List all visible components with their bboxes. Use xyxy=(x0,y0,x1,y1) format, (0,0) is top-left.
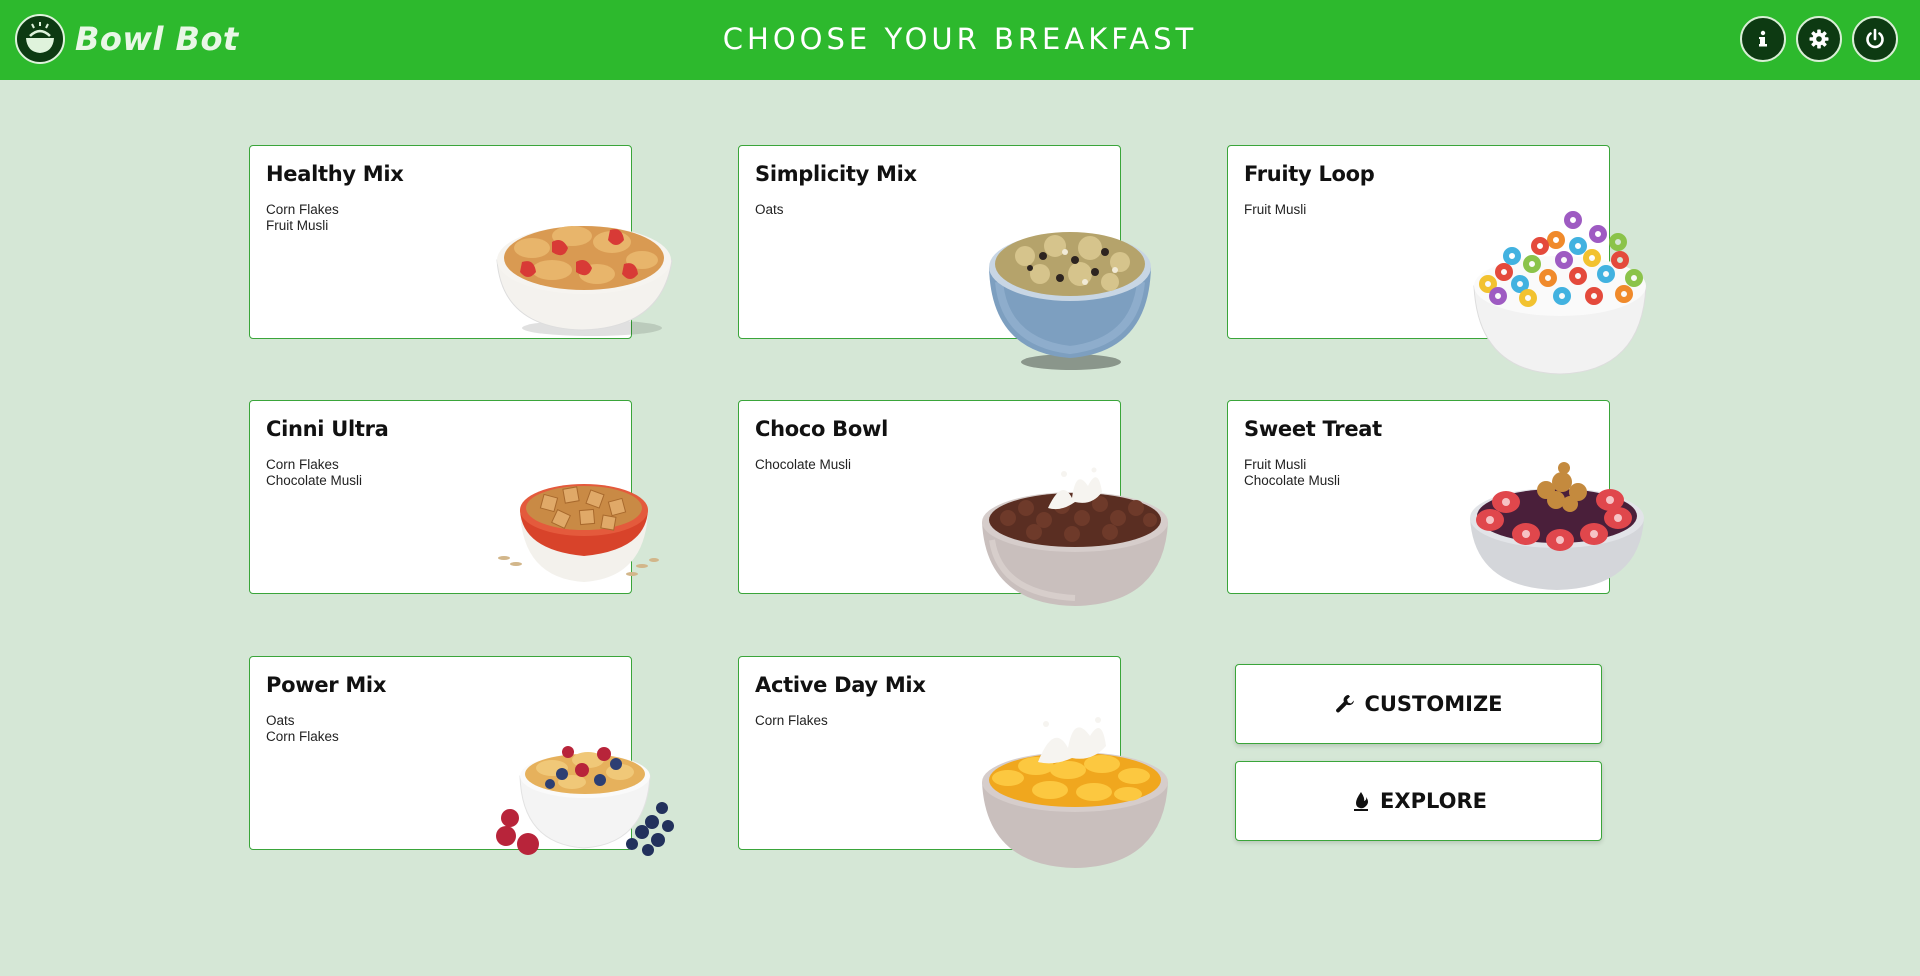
bowl-strawberry-granola-image xyxy=(1470,462,1644,590)
power-button[interactable] xyxy=(1852,16,1898,62)
mix-title: Cinni Ultra xyxy=(266,417,389,441)
bowl-cinnamon-squares-image xyxy=(498,484,659,582)
mix-title: Fruity Loop xyxy=(1244,162,1375,186)
ingredient-item: Fruit Musli xyxy=(1244,202,1307,217)
explore-button[interactable]: EXPLORE xyxy=(1235,761,1602,841)
mix-ingredients: Chocolate Musli xyxy=(755,457,851,473)
customize-button[interactable]: CUSTOMIZE xyxy=(1235,664,1602,744)
bowl-granola-blue-image xyxy=(989,232,1151,370)
mix-title: Simplicity Mix xyxy=(755,162,917,186)
mix-ingredients: Corn Flakes Fruit Musli xyxy=(266,202,339,234)
ingredient-item: Corn Flakes xyxy=(266,729,339,744)
mix-ingredients: Corn Flakes xyxy=(755,713,828,729)
info-button[interactable] xyxy=(1740,16,1786,62)
ingredient-item: Corn Flakes xyxy=(755,713,828,728)
bowl-fruit-loops-image xyxy=(1473,211,1647,375)
bowl-corn-flakes-milk-image xyxy=(982,717,1168,868)
explore-label: EXPLORE xyxy=(1380,789,1487,813)
bowl-flakes-berries-image xyxy=(496,746,674,856)
ingredient-item: Corn Flakes xyxy=(266,457,339,472)
mix-ingredients: Oats Corn Flakes xyxy=(266,713,339,745)
mix-ingredients: Oats xyxy=(755,202,784,218)
settings-button[interactable] xyxy=(1796,16,1842,62)
ingredient-item: Fruit Musli xyxy=(1244,457,1307,472)
ingredient-item: Chocolate Musli xyxy=(1244,473,1341,488)
mix-title: Active Day Mix xyxy=(755,673,926,697)
mix-title: Choco Bowl xyxy=(755,417,889,441)
ingredient-item: Oats xyxy=(755,202,784,217)
info-icon xyxy=(1759,30,1767,47)
mix-title: Healthy Mix xyxy=(266,162,404,186)
gear-icon xyxy=(1809,29,1829,49)
ingredient-item: Chocolate Musli xyxy=(755,457,852,472)
ingredient-item: Oats xyxy=(266,713,295,728)
mix-title: Sweet Treat xyxy=(1244,417,1382,441)
power-icon xyxy=(1866,28,1884,49)
mix-ingredients: Fruit Musli Chocolate Musli xyxy=(1244,457,1340,489)
page-title: CHOOSE YOUR BREAKFAST xyxy=(722,22,1198,56)
wrench-icon xyxy=(1334,693,1356,715)
mix-ingredients: Corn Flakes Chocolate Musli xyxy=(266,457,362,489)
customize-label: CUSTOMIZE xyxy=(1364,692,1503,716)
flame-icon xyxy=(1350,790,1372,812)
bowl-flakes-strawberry-image xyxy=(496,226,673,336)
mix-ingredients: Fruit Musli xyxy=(1244,202,1306,218)
bowl-choco-puffs-milk-image xyxy=(982,467,1168,606)
mix-title: Power Mix xyxy=(266,673,387,697)
ingredient-item: Chocolate Musli xyxy=(266,473,363,488)
ingredient-item: Fruit Musli xyxy=(266,218,329,233)
ingredient-item: Corn Flakes xyxy=(266,202,339,217)
top-bar: Bowl Bot CHOOSE YOUR BREAKFAST xyxy=(0,0,1920,80)
